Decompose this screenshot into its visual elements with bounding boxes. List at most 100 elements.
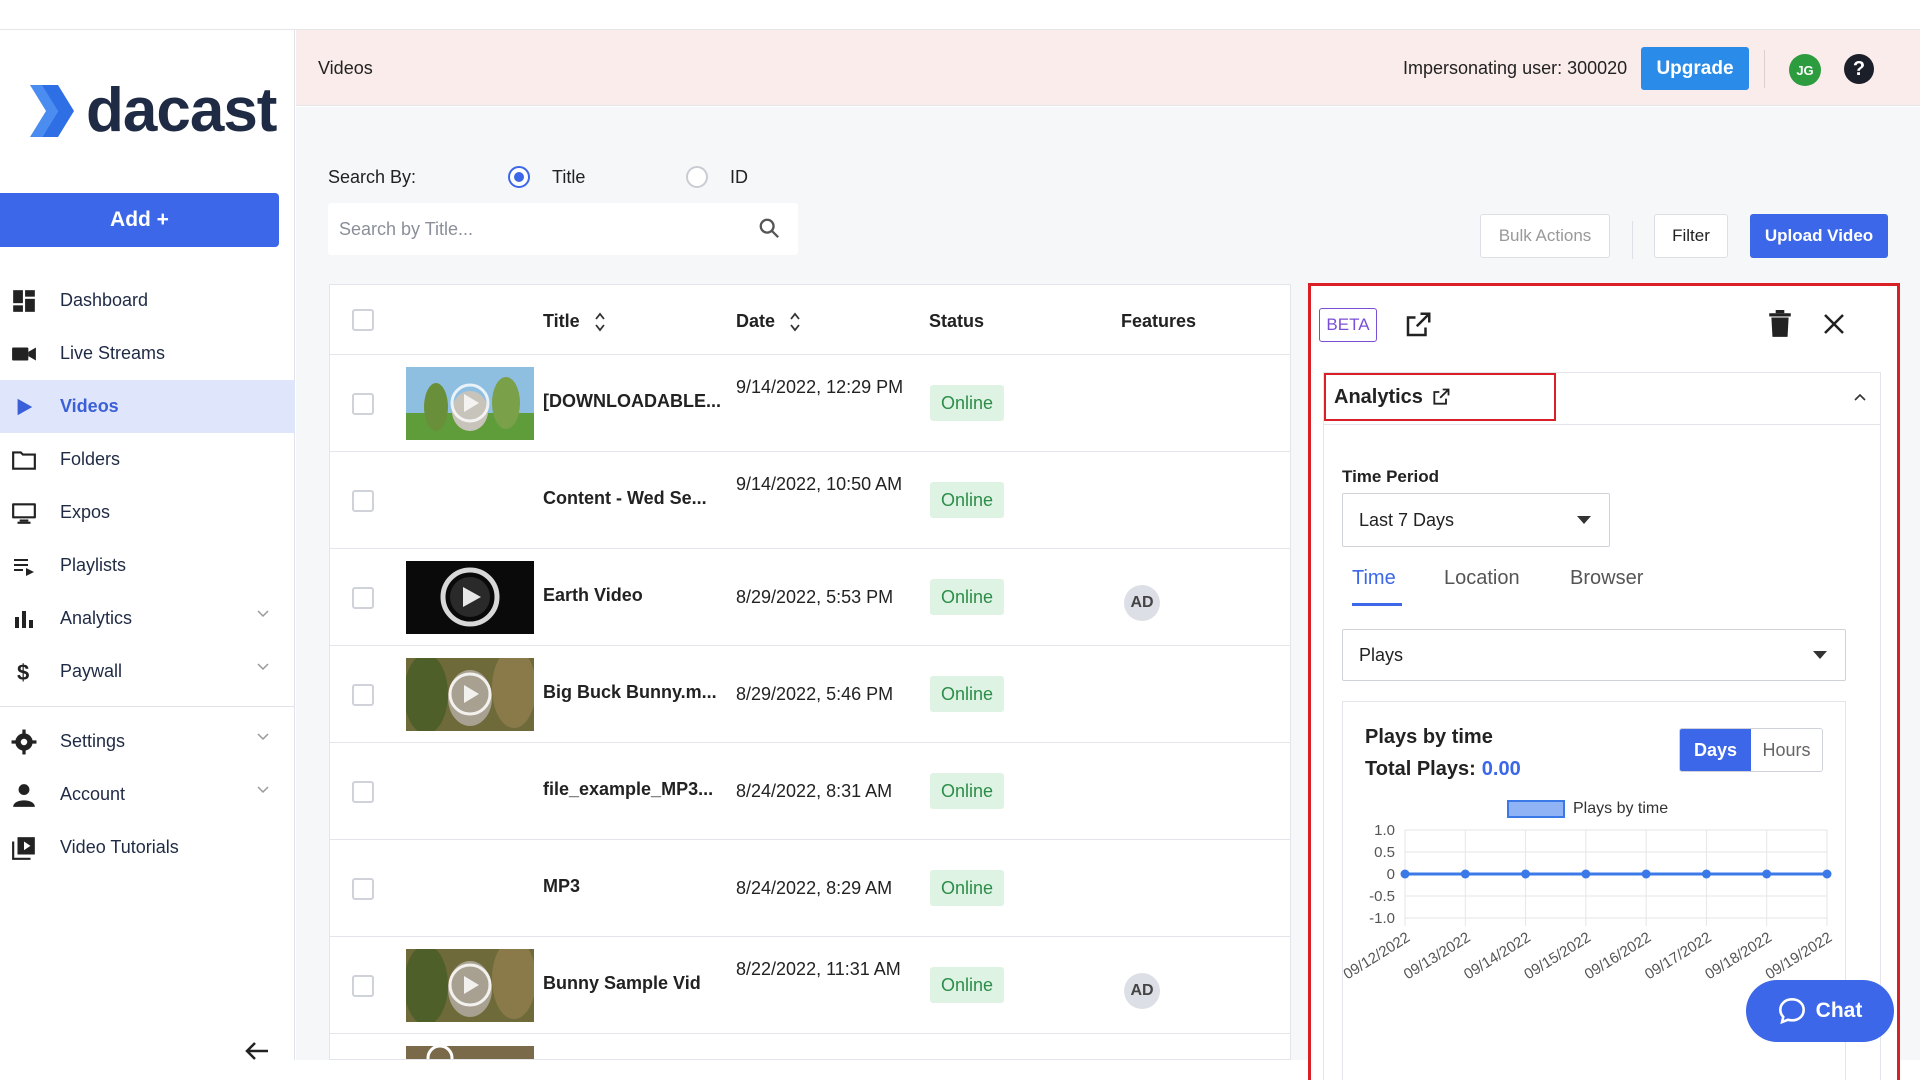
sidebar-item-label: Playlists	[60, 555, 127, 575]
tab-browser[interactable]: Browser	[1570, 567, 1643, 590]
table-row[interactable]: [DOWNLOADABLE... 9/14/2022, 12:29 PM Onl…	[330, 355, 1290, 452]
metric-select[interactable]: Plays	[1342, 629, 1846, 681]
video-thumbnail[interactable]	[406, 949, 534, 1022]
active-tab-indicator	[1352, 603, 1402, 606]
table-row[interactable]: Earth Video 8/29/2022, 5:53 PM Online AD	[330, 549, 1290, 646]
tab-time[interactable]: Time	[1352, 567, 1396, 590]
sidebar-item-playlists[interactable]: Playlists	[0, 539, 295, 592]
svg-text:$: $	[17, 660, 29, 685]
row-checkbox[interactable]	[352, 393, 374, 415]
y-tick-label: -0.5	[1369, 888, 1395, 905]
radio-title[interactable]	[508, 166, 530, 188]
status-badge: Online	[930, 676, 1004, 712]
video-title[interactable]: MP3	[543, 876, 580, 897]
row-checkbox[interactable]	[352, 781, 374, 803]
legend-swatch	[1507, 800, 1565, 818]
trash-icon[interactable]	[1767, 310, 1793, 338]
tab-location[interactable]: Location	[1444, 567, 1520, 590]
row-checkbox[interactable]	[352, 975, 374, 997]
sidebar-divider	[0, 706, 295, 707]
video-thumbnail[interactable]	[406, 561, 534, 634]
total-plays-value: 0.00	[1481, 758, 1521, 780]
sidebar-item-dashboard[interactable]: Dashboard	[0, 274, 295, 327]
video-thumbnail[interactable]	[406, 658, 534, 731]
arrow-left-icon[interactable]	[244, 1040, 270, 1062]
column-title[interactable]: Title	[543, 311, 606, 332]
row-checkbox[interactable]	[352, 684, 374, 706]
analytics-title: Analytics	[1334, 385, 1423, 408]
y-tick-label: 0.5	[1374, 844, 1395, 861]
status-badge: Online	[930, 482, 1004, 518]
table-row[interactable]: Bunny Sample Vid 8/22/2022, 11:31 AM Onl…	[330, 937, 1290, 1034]
search-input[interactable]	[328, 203, 798, 255]
x-tick-label: 09/18/2022	[1702, 929, 1775, 983]
video-date: 8/29/2022, 5:53 PM	[736, 587, 894, 607]
help-icon[interactable]: ?	[1844, 54, 1874, 84]
video-title[interactable]: file_example_MP3...	[543, 779, 713, 800]
chart-legend[interactable]: Plays by time	[1507, 800, 1668, 818]
sidebar-item-folders[interactable]: Folders	[0, 433, 295, 486]
status-badge: Online	[930, 773, 1004, 809]
chevron-down-icon	[257, 733, 269, 741]
x-tick-label: 09/15/2022	[1521, 929, 1594, 983]
sort-icon	[790, 312, 800, 331]
row-checkbox[interactable]	[352, 490, 374, 512]
logo[interactable]: dacast	[28, 75, 277, 146]
radio-title-label: Title	[552, 167, 586, 187]
sidebar-item-settings[interactable]: Settings	[0, 715, 295, 768]
table-row[interactable]: file_example_MP3... 8/24/2022, 8:31 AM O…	[330, 743, 1290, 840]
table-row[interactable]: Content - Wed Se... 9/14/2022, 10:50 AM …	[330, 452, 1290, 549]
select-all-checkbox[interactable]	[352, 309, 374, 331]
row-checkbox[interactable]	[352, 587, 374, 609]
x-tick-label: 09/14/2022	[1461, 929, 1534, 983]
bulk-actions-button[interactable]: Bulk Actions	[1480, 214, 1610, 258]
video-camera-icon	[10, 340, 38, 368]
video-date: 8/24/2022, 8:31 AM	[736, 781, 893, 801]
time-period-select[interactable]: Last 7 Days	[1342, 493, 1610, 547]
playlist-icon	[10, 552, 38, 580]
add-button[interactable]: Add +	[0, 193, 279, 247]
chevron-down-icon	[257, 610, 269, 618]
analytics-card: Analytics Time Period Last 7 Days Time L…	[1323, 372, 1881, 1080]
toggle-hours[interactable]: Hours	[1751, 729, 1822, 771]
video-title[interactable]: [DOWNLOADABLE...	[543, 391, 721, 412]
search-icon[interactable]	[758, 217, 780, 239]
chat-label: Chat	[1815, 999, 1863, 1022]
chevron-up-icon[interactable]	[1854, 393, 1866, 401]
play-icon	[10, 393, 38, 421]
video-title[interactable]: Bunny Sample Vid	[543, 973, 701, 994]
radio-id[interactable]	[686, 166, 708, 188]
column-date[interactable]: Date	[736, 311, 801, 332]
video-title[interactable]: Earth Video	[543, 585, 643, 606]
metric-value: Plays	[1359, 644, 1404, 665]
sidebar-item-account[interactable]: Account	[0, 768, 295, 821]
table-row[interactable]: MP3 8/24/2022, 8:29 AM Online	[330, 840, 1290, 937]
open-external-icon[interactable]	[1431, 387, 1451, 407]
toggle-days[interactable]: Days	[1680, 729, 1751, 771]
filter-button[interactable]: Filter	[1654, 214, 1728, 258]
column-status-label: Status	[929, 311, 985, 331]
sidebar-item-analytics[interactable]: Analytics	[0, 592, 295, 645]
sidebar-item-videos[interactable]: Videos	[0, 380, 295, 433]
video-title[interactable]: Big Buck Bunny.m...	[543, 682, 717, 703]
upgrade-button[interactable]: Upgrade	[1641, 47, 1749, 90]
analytics-card-header[interactable]: Analytics	[1324, 373, 1880, 425]
sidebar-item-paywall[interactable]: $ Paywall	[0, 645, 295, 698]
sidebar-item-expos[interactable]: Expos	[0, 486, 295, 539]
video-date: 8/22/2022, 11:31 AM	[736, 959, 901, 979]
video-thumbnail[interactable]	[406, 1046, 534, 1059]
chat-button[interactable]: Chat	[1746, 980, 1894, 1042]
video-title[interactable]: Content - Wed Se...	[543, 488, 707, 509]
close-icon[interactable]	[1823, 313, 1845, 335]
sidebar-item-live-streams[interactable]: Live Streams	[0, 327, 295, 380]
sidebar-item-video-tutorials[interactable]: Video Tutorials	[0, 821, 295, 874]
table-row[interactable]: Big Buck Bunny.m... 8/29/2022, 5:46 PM O…	[330, 646, 1290, 743]
video-thumbnail[interactable]	[406, 367, 534, 440]
table-row[interactable]	[330, 1034, 1290, 1059]
open-external-icon[interactable]	[1403, 310, 1433, 340]
avatar[interactable]: JG	[1789, 54, 1821, 86]
y-tick-label: 0	[1387, 866, 1395, 883]
upload-video-button[interactable]: Upload Video	[1750, 214, 1888, 258]
row-checkbox[interactable]	[352, 878, 374, 900]
videos-table: Title Date Status Features [DOWNLOADABLE…	[329, 284, 1291, 1060]
